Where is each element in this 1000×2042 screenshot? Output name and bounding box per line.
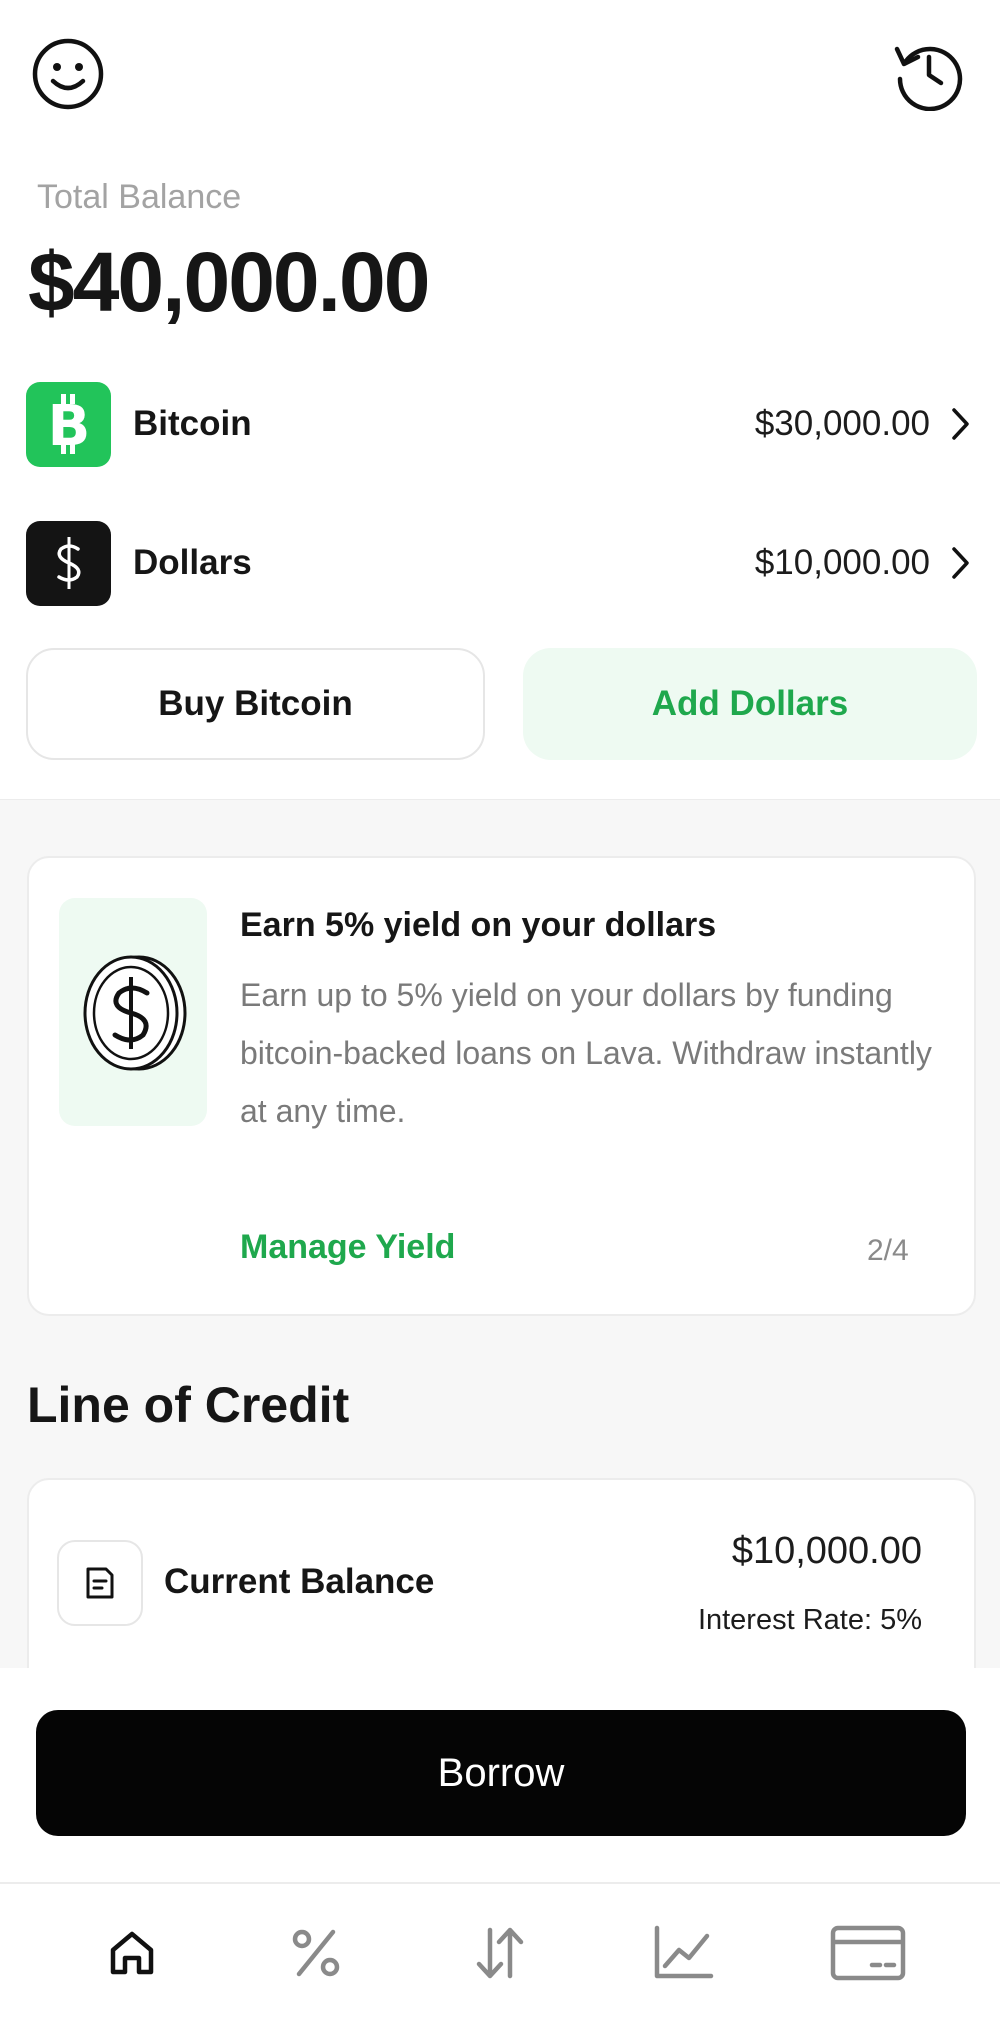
- bitcoin-tile: B: [26, 381, 111, 467]
- percent-icon: [292, 1929, 340, 1977]
- document-icon: [86, 1567, 114, 1599]
- borrow-bar: Borrow: [0, 1668, 1000, 1882]
- asset-value: $30,000.00: [754, 404, 930, 443]
- bitcoin-icon: B: [47, 394, 90, 455]
- buy-bitcoin-button[interactable]: Buy Bitcoin: [26, 648, 485, 760]
- credit-icon-tile: [57, 1540, 143, 1626]
- dollars-tile: [26, 520, 111, 606]
- tab-card[interactable]: [818, 1903, 918, 2003]
- promo-title: Earn 5% yield on your dollars: [240, 906, 717, 944]
- promo-page-indicator: 2/4: [867, 1234, 909, 1267]
- promo-body: Earn up to 5% yield on your dollars by f…: [240, 977, 932, 1129]
- asset-name: Bitcoin: [133, 404, 252, 443]
- tab-bar: [0, 1882, 1000, 2042]
- tab-home[interactable]: [82, 1903, 182, 2003]
- add-dollars-button[interactable]: Add Dollars: [523, 648, 977, 760]
- asset-value: $10,000.00: [754, 543, 930, 582]
- tab-markets[interactable]: [634, 1903, 734, 2003]
- manage-yield-link[interactable]: Manage Yield: [240, 1228, 455, 1267]
- history-button[interactable]: [888, 34, 968, 114]
- current-balance-amount: $10,000.00: [731, 1530, 922, 1572]
- transfer-arrows-icon: [476, 1927, 524, 1979]
- balance-panel: Total Balance $40,000.00 B Bitcoin $30,0…: [0, 0, 1000, 800]
- borrow-button[interactable]: Borrow: [36, 1710, 966, 1836]
- current-balance-label: Current Balance: [164, 1562, 435, 1601]
- chevron-right-icon: [946, 543, 976, 583]
- asset-name: Dollars: [133, 543, 252, 582]
- svg-text:B: B: [47, 394, 90, 455]
- tab-transfer[interactable]: [450, 1903, 550, 2003]
- asset-row-bitcoin[interactable]: B Bitcoin $30,000.00: [26, 381, 976, 467]
- chart-icon: [654, 1925, 714, 1979]
- smile-icon: [32, 38, 104, 110]
- chevron-right-icon: [946, 404, 976, 444]
- dollar-coin-icon: [83, 955, 187, 1071]
- total-balance-label: Total Balance: [37, 178, 242, 216]
- profile-button[interactable]: [28, 34, 108, 114]
- yield-promo-card[interactable]: Earn 5% yield on your dollars Earn up to…: [27, 856, 976, 1316]
- interest-rate: Interest Rate: 5%: [697, 1604, 922, 1636]
- section-title: Line of Credit: [27, 1377, 350, 1433]
- promo-illustration: [59, 898, 207, 1126]
- total-balance-value: $40,000.00: [28, 235, 430, 329]
- dollar-icon: [56, 537, 80, 589]
- home-icon: [110, 1931, 154, 1975]
- asset-row-dollars[interactable]: Dollars $10,000.00: [26, 520, 976, 606]
- tab-yield[interactable]: [266, 1903, 366, 2003]
- history-icon: [894, 46, 963, 111]
- card-icon: [830, 1925, 906, 1981]
